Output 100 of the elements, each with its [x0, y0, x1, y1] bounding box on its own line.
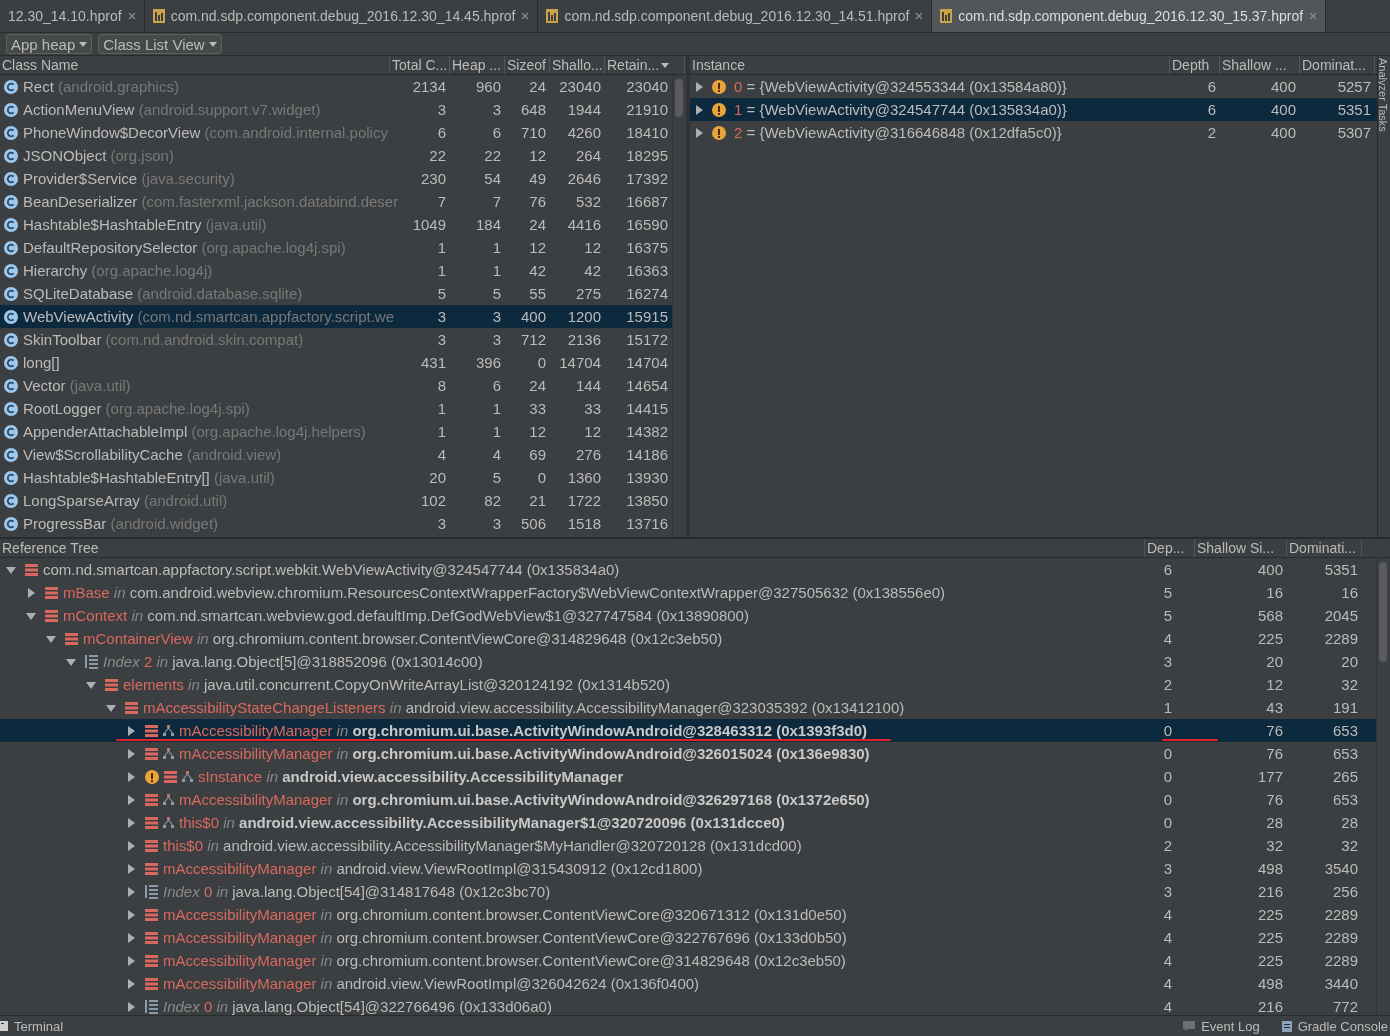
reference-label: mAccessibilityManager in android.view.ViewRootImpl@326042624 (0x136f0400)	[163, 975, 700, 992]
tree-row[interactable]: mAccessibilityStateChangeListeners in android.view.accessibility.AccessibilityManager@323035392 (0x13412100) 1 43 191	[0, 696, 1376, 719]
file-tab[interactable]: com.nd.sdp.component.debug_2016.12.30_14.45.hprof	[144, 0, 539, 32]
table-cell-text: 69	[528, 446, 547, 463]
class-row[interactable]: DefaultRepositorySelector (org.apache.log4j.spi) 1 1 12 12 16375	[0, 236, 672, 259]
table-cell-text: 4	[436, 446, 447, 463]
class-row[interactable]: AppenderAttachableImpl (org.apache.log4j.helpers) 1 1 12 12 14382	[0, 420, 672, 443]
tree-row[interactable]: mAccessibilityManager in org.chromium.ui.base.ActivityWindowAndroid@326297168 (0x1372e650) 0 76 653	[0, 788, 1376, 811]
table-cell-text: 396	[474, 354, 502, 371]
instance-row[interactable]: 2 = {WebViewActivity@316646848 (0x12dfa5c0)} 2 400 5307	[690, 121, 1377, 144]
tree-row[interactable]: mAccessibilityManager in org.chromium.content.browser.ContentViewCore@320671312 (0x131d0e50) 4 225 2289	[0, 903, 1376, 926]
table-cell-text: 16590	[625, 216, 669, 233]
class-row[interactable]: Vector (java.util) 8 6 24 144 14654	[0, 374, 672, 397]
tool-window-button[interactable]: Event Log	[1183, 1018, 1260, 1034]
class-row[interactable]: Rect (android.graphics) 2134 960 24 23040 23040	[0, 75, 672, 98]
tree-row[interactable]: mAccessibilityManager in android.view.ViewRootImpl@315430912 (0x12cd1800) 3 498 3540	[0, 857, 1376, 880]
tool-window-button[interactable]: Terminal	[0, 1018, 64, 1034]
tree-row[interactable]: elements in java.util.concurrent.CopyOnWriteArrayList@320124192 (0x1314b520) 2 12 32	[0, 673, 1376, 696]
reference-label: Index 0 in java.lang.Object[54]@314817648 (0x12c3bc70)	[163, 883, 551, 900]
file-tab[interactable]: com.nd.sdp.component.debug_2016.12.30_15.37.hprof	[932, 0, 1327, 32]
column-header[interactable]: Shallow ...	[1220, 56, 1300, 74]
column-header[interactable]: Dominat...	[1300, 56, 1375, 74]
class-row[interactable]: ProgressBar (android.widget) 3 3 506 1518 13716	[0, 512, 672, 535]
dropdown[interactable]: App heap	[6, 34, 93, 54]
table-cell-text: 4260	[566, 124, 602, 141]
tree-row[interactable]: Index 0 in java.lang.Object[54]@314817648 (0x12c3bc70) 3 216 256	[0, 880, 1376, 903]
instance-row[interactable]: 0 = {WebViewActivity@324553344 (0x13584a80)} 6 400 5257	[690, 75, 1377, 98]
column-header[interactable]: Shallow Si...	[1195, 539, 1287, 557]
column-header[interactable]: Dep...	[1145, 539, 1195, 557]
table-cell-text: 191	[1331, 699, 1359, 716]
class-row[interactable]: Provider$Service (java.security) 230 54 49 2646 17392	[0, 167, 672, 190]
class-row[interactable]: ActionMenuView (android.support.v7.widget) 3 3 648 1944 21910	[0, 98, 672, 121]
reference-label: mAccessibilityStateChangeListeners in android.view.accessibility.AccessibilityManager@323035392 (0x13412100)	[143, 699, 905, 716]
class-row[interactable]: SkinToolbar (com.nd.android.skin.compat) 3 3 712 2136 15172	[0, 328, 672, 351]
table-cell-text: 230	[419, 170, 447, 187]
class-row[interactable]: RootLogger (org.apache.log4j.spi) 1 1 33 33 14415	[0, 397, 672, 420]
table-cell-text: 3	[1162, 860, 1174, 877]
table-cell-text: 14654	[625, 377, 669, 394]
table-cell-text: 653	[1331, 791, 1359, 808]
class-row[interactable]: Hashtable$HashtableEntry (java.util) 1049 184 24 4416 16590	[0, 213, 672, 236]
tree-row[interactable]: mAccessibilityManager in org.chromium.ui.base.ActivityWindowAndroid@328463312 (0x1393f3d0) 0 76 653	[0, 719, 1376, 742]
reference-label: this$0 in android.view.accessibility.AccessibilityManager$MyHandler@320720128 (0x131dcd00)	[163, 837, 802, 854]
table-cell-text: 4	[491, 446, 502, 463]
tree-row[interactable]: mBase in com.android.webview.chromium.ResourcesContextWrapperFactory$WebViewContextWrapper@327505632 (0x138556e0) 5 16 16	[0, 581, 1376, 604]
class-row[interactable]: JSONObject (org.json) 22 22 12 264 18295	[0, 144, 672, 167]
tree-row[interactable]: Index 0 in java.lang.Object[54]@322766496 (0x133d06a0) 4 216 772	[0, 995, 1376, 1015]
column-header[interactable]: Sizeof	[505, 56, 550, 74]
table-cell-text: 5351	[1336, 101, 1372, 118]
class-row[interactable]: long[] 431 396 0 14704 14704	[0, 351, 672, 374]
class-row[interactable]: LongSparseArray (android.util) 102 82 21 1722 13850	[0, 489, 672, 512]
column-header[interactable]: Reference Tree	[0, 539, 1145, 557]
tree-row[interactable]: mAccessibilityManager in org.chromium.content.browser.ContentViewCore@314829648 (0x12c3eb50) 4 225 2289	[0, 949, 1376, 972]
tree-row[interactable]: mAccessibilityManager in org.chromium.ui.base.ActivityWindowAndroid@326015024 (0x136e9830) 0 76 653	[0, 742, 1376, 765]
table-cell-text: 6	[1206, 101, 1217, 118]
class-row[interactable]: View$ScrollabilityCache (android.view) 4 4 69 276 14186	[0, 443, 672, 466]
class-name: BeanDeserializer (com.fasterxml.jackson.databind.deser	[23, 193, 399, 210]
class-row[interactable]: Hashtable$HashtableEntry[] (java.util) 20 5 0 1360 13930	[0, 466, 672, 489]
tree-row[interactable]: mContext in com.nd.smartcan.webview.god.defaultImp.DefGodWebView$1@327747584 (0x13890800) 5 568 2045	[0, 604, 1376, 627]
column-header[interactable]: Depth	[1170, 56, 1220, 74]
table-cell-text: 4	[1162, 630, 1174, 647]
class-row[interactable]: Hierarchy (org.apache.log4j) 1 1 42 42 16363	[0, 259, 672, 282]
tree-row[interactable]: mAccessibilityManager in android.view.ViewRootImpl@326042624 (0x136f0400) 4 498 3440	[0, 972, 1376, 995]
tree-row[interactable]: com.nd.smartcan.appfactory.script.webkit.WebViewActivity@324547744 (0x135834a0) 6 400 5351	[0, 558, 1376, 581]
table-cell-text: 33	[528, 400, 547, 417]
column-header[interactable]: Total C...	[390, 56, 450, 74]
class-name: ProgressBar (android.widget)	[23, 515, 219, 532]
column-header[interactable]: Dominati...	[1287, 539, 1362, 557]
class-row[interactable]: PhoneWindow$DecorView (com.android.internal.policy 6 6 710 4260 18410	[0, 121, 672, 144]
table-cell-text: 400	[1269, 101, 1297, 118]
tree-row[interactable]: Index 2 in java.lang.Object[5]@318852096 (0x13014c00) 3 20 20	[0, 650, 1376, 673]
table-cell-text: 498	[1256, 860, 1284, 877]
tree-row[interactable]: sInstance in android.view.accessibility.AccessibilityManager 0 177 265	[0, 765, 1376, 788]
class-row[interactable]: SQLiteDatabase (android.database.sqlite) 5 5 55 275 16274	[0, 282, 672, 305]
instance-row[interactable]: 1 = {WebViewActivity@324547744 (0x135834a0)} 6 400 5351	[690, 98, 1377, 121]
table-cell-text: 24	[528, 216, 547, 233]
column-header[interactable]: Instance	[690, 56, 1170, 74]
column-header[interactable]: Shallo...	[550, 56, 605, 74]
reference-label: mAccessibilityManager in org.chromium.ui.base.ActivityWindowAndroid@328463312 (0x1393f3d0)	[179, 722, 868, 739]
table-cell-text: 14382	[625, 423, 669, 440]
tree-row[interactable]: mAccessibilityManager in org.chromium.content.browser.ContentViewCore@322767696 (0x133d0b50) 4 225 2289	[0, 926, 1376, 949]
class-name: Hashtable$HashtableEntry[] (java.util)	[23, 469, 275, 486]
table-cell-text: 15172	[625, 331, 669, 348]
table-cell-text: 1	[436, 400, 447, 417]
class-row[interactable]: BeanDeserializer (com.fasterxml.jackson.databind.deser 7 7 76 532 16687	[0, 190, 672, 213]
column-header[interactable]: Class Name	[0, 56, 390, 74]
table-cell-text: 225	[1256, 929, 1284, 946]
tree-row[interactable]: this$0 in android.view.accessibility.AccessibilityManager$1@320720096 (0x131dcce0) 0 28 28	[0, 811, 1376, 834]
tree-row[interactable]: mContainerView in org.chromium.content.browser.ContentViewCore@314829648 (0x12c3eb50) 4 225 2289	[0, 627, 1376, 650]
tree-row[interactable]: this$0 in android.view.accessibility.AccessibilityManager$MyHandler@320720128 (0x131dcd00) 2 32 32	[0, 834, 1376, 857]
table-cell-text: 2	[1162, 676, 1174, 693]
class-name: RootLogger (org.apache.log4j.spi)	[23, 400, 250, 417]
tool-window-button[interactable]: Gradle Console	[1281, 1018, 1388, 1034]
table-cell-text: 12	[528, 239, 547, 256]
table-cell-text: 2646	[566, 170, 602, 187]
column-header[interactable]: Heap ...	[450, 56, 505, 74]
class-row[interactable]: WebViewActivity (com.nd.smartcan.appfactory.script.we 3 3 400 1200 15915	[0, 305, 672, 328]
file-tab[interactable]: 12.30_14.10.hprof	[0, 0, 145, 32]
dropdown[interactable]: Class List View	[98, 34, 222, 54]
column-header[interactable]: Retain...	[605, 56, 685, 74]
table-cell-text: 3440	[1323, 975, 1359, 992]
